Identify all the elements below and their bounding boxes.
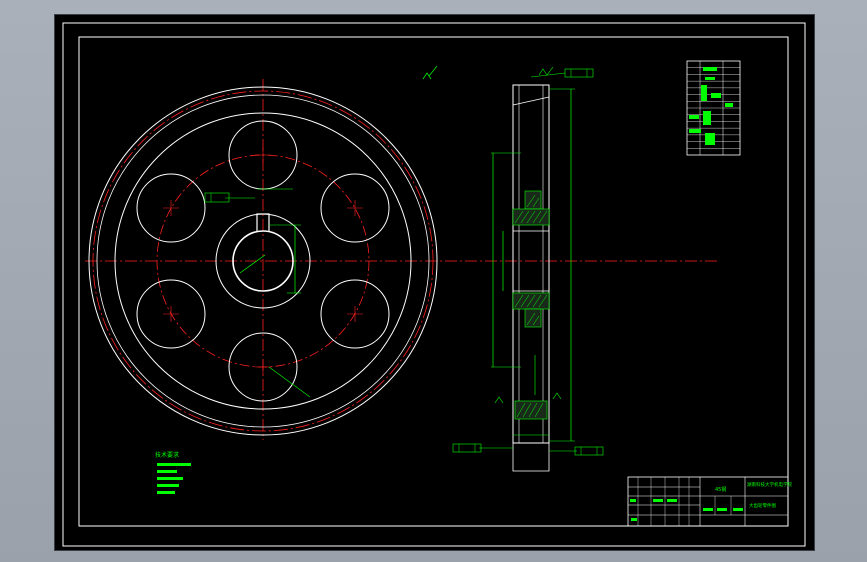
title-block: 45钢 湖南科技大学机电学院 大齿轮零件图 (627, 476, 792, 527)
rim-hatch-bottom (514, 400, 548, 420)
rim-chamfer-top (512, 96, 550, 106)
hub-extension (512, 443, 550, 472)
param-green-fill (689, 67, 733, 145)
tech-req-title: 技术要求 (155, 451, 179, 459)
title-block-green-marks (630, 499, 743, 521)
roughness-mark-section (538, 66, 554, 76)
chamfer-leader (268, 366, 311, 398)
tol-frame-bottom-left (452, 443, 482, 453)
tol-frame-top (564, 68, 594, 78)
tolerance-frame-front (204, 192, 230, 203)
web-hatch-lower (512, 292, 550, 328)
bore-dim-line (239, 254, 266, 274)
rim-outline (512, 84, 550, 444)
gear-parameter-table (686, 60, 741, 156)
tech-requirements: 技术要求 (155, 451, 191, 494)
drawing-canvas[interactable]: 技术要求 45钢 湖南科技大学机电学院 大齿轮零件图 (54, 14, 815, 551)
surface-roughness-top (422, 65, 438, 80)
section-view (452, 66, 604, 472)
title-drawing-name: 大齿轮零件图 (749, 502, 776, 509)
inner-sheet-border (78, 36, 789, 527)
cad-viewport: 技术要求 45钢 湖南科技大学机电学院 大齿轮零件图 (0, 0, 867, 562)
title-material: 45钢 (715, 486, 726, 493)
tol-frame-bottom-right (574, 446, 604, 456)
front-view (85, 65, 719, 440)
gear-drawing: 技术要求 45钢 湖南科技大学机电学院 大齿轮零件图 (62, 22, 806, 547)
title-school: 湖南科技大学机电学院 (747, 481, 792, 488)
web-hatch-upper (512, 190, 550, 226)
